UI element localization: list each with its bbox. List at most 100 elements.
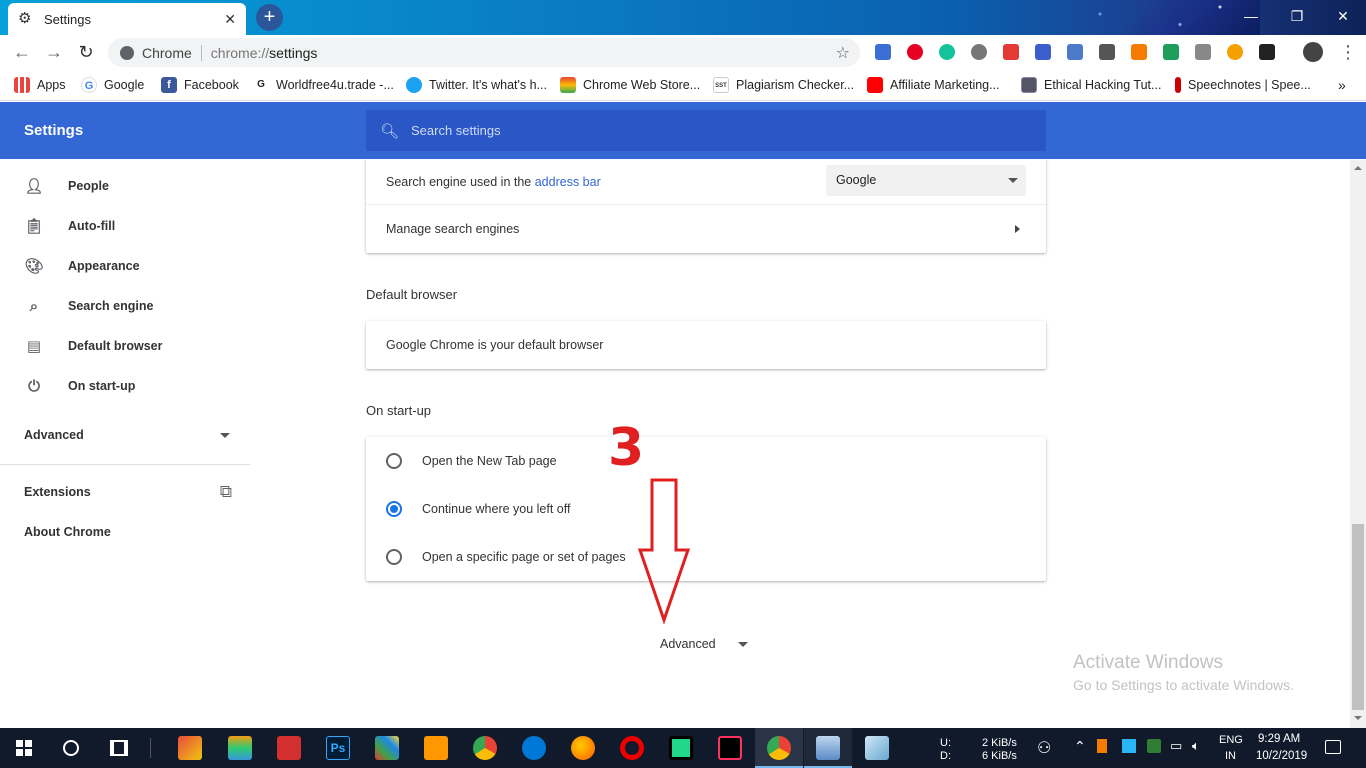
tab-close-icon[interactable]: ✕ — [224, 11, 236, 28]
minimize-button[interactable]: — — [1228, 4, 1274, 28]
region-indicator[interactable]: IN — [1225, 750, 1236, 762]
back-arrow-icon[interactable]: ← — [10, 40, 34, 64]
startup-option-continue[interactable]: Continue where you left off — [366, 485, 1046, 533]
radio-button-checked[interactable] — [386, 501, 402, 517]
bookmark-twitter[interactable]: Twitter. It's what's h... — [406, 76, 547, 94]
shield-extension-icon[interactable] — [1163, 44, 1179, 60]
git-tool-icon[interactable] — [375, 736, 399, 760]
bookmark-label: Facebook — [184, 78, 239, 92]
manage-search-engines-row[interactable]: Manage search engines — [366, 205, 1046, 253]
restore-button[interactable]: ❐ — [1274, 4, 1320, 28]
volume-icon[interactable]: 🔈︎ — [1192, 738, 1200, 754]
search-icon: ⌕ — [29, 297, 39, 315]
page-scrollbar[interactable] — [1350, 160, 1366, 728]
tray-app-icon[interactable] — [1097, 739, 1107, 753]
radio-button[interactable] — [386, 549, 402, 565]
sidebar-item-about-chrome[interactable]: About Chrome — [24, 525, 111, 539]
windows-start-icon[interactable] — [16, 740, 32, 756]
watermark-line1: Activate Windows — [1073, 652, 1223, 673]
photoshop-icon[interactable]: Ps — [326, 736, 350, 760]
ccleaner-icon[interactable] — [178, 736, 202, 760]
network-icon[interactable]: ▭ — [1170, 738, 1182, 754]
apps-grid-icon — [14, 77, 30, 93]
sidebar-item-appearance[interactable]: 🎨︎ Appearance — [0, 246, 250, 286]
new-tab-button[interactable]: + — [256, 4, 283, 31]
bookmark-facebook[interactable]: f Facebook — [161, 76, 239, 94]
gear-icon: ⚙ — [18, 10, 32, 27]
forward-arrow-icon[interactable]: → — [42, 40, 66, 64]
bluestacks-icon[interactable] — [228, 736, 252, 760]
extension-icon[interactable] — [1227, 44, 1243, 60]
firefox-icon[interactable] — [571, 736, 595, 760]
extension-icon[interactable] — [1067, 44, 1083, 60]
startup-option-specific-pages[interactable]: Open a specific page or set of pages — [366, 533, 1046, 581]
clock-time[interactable]: 9:29 AM — [1258, 733, 1300, 745]
intellij-icon[interactable] — [718, 736, 742, 760]
bookmarks-overflow-icon[interactable]: » — [1338, 76, 1346, 94]
scrollbar-thumb[interactable] — [1352, 524, 1364, 710]
edge-icon[interactable] — [522, 736, 546, 760]
pycharm-icon[interactable] — [669, 736, 693, 760]
notes-app-icon[interactable] — [865, 736, 889, 760]
extension-icon[interactable] — [1131, 44, 1147, 60]
startup-option-new-tab[interactable]: Open the New Tab page — [366, 437, 1046, 485]
extension-icon[interactable] — [1259, 44, 1275, 60]
extension-icon[interactable] — [1195, 44, 1211, 60]
defender-icon[interactable] — [1147, 739, 1161, 753]
sidebar-item-people[interactable]: 👤︎ People — [0, 166, 250, 206]
sidebar-advanced-toggle[interactable]: Advanced — [24, 428, 230, 442]
sidebar-item-extensions[interactable]: Extensions ⧉ — [24, 482, 232, 501]
sidebar-item-on-startup[interactable]: ⏻ On start-up — [0, 366, 250, 406]
chrome-taskbar-icon[interactable] — [473, 736, 497, 760]
adblock-extension-icon[interactable] — [1003, 44, 1019, 60]
screen-tool-task[interactable] — [804, 728, 852, 768]
task-view-icon[interactable] — [110, 740, 128, 756]
tray-app-icon[interactable] — [1122, 739, 1136, 753]
reload-icon[interactable]: ↻ — [74, 40, 98, 64]
search-settings-box[interactable]: 🔍︎ — [366, 110, 1046, 151]
clock-date[interactable]: 10/2/2019 — [1256, 750, 1307, 762]
settings-sidebar: 👤︎ People 📋︎ Auto-fill 🎨︎ Appearance ⌕ S… — [0, 160, 250, 728]
download-manager-icon[interactable] — [277, 736, 301, 760]
sidebar-item-autofill[interactable]: 📋︎ Auto-fill — [0, 206, 250, 246]
opera-icon[interactable] — [620, 736, 644, 760]
bookmark-apps[interactable]: Apps — [14, 76, 66, 94]
bookmark-speechnotes[interactable]: Speechnotes | Spee... — [1175, 76, 1311, 94]
radio-button[interactable] — [386, 453, 402, 469]
menu-kebab-icon[interactable]: ⋮ — [1336, 40, 1360, 64]
address-bar[interactable]: Chrome chrome://settings ☆ — [108, 38, 860, 67]
bookmark-star-icon[interactable]: ☆ — [836, 43, 850, 63]
address-bar-link[interactable]: address bar — [535, 175, 601, 189]
pinterest-extension-icon[interactable] — [907, 44, 923, 60]
translate-extension-icon[interactable] — [875, 44, 891, 60]
tab-settings[interactable]: ⚙ Settings ✕ — [8, 3, 246, 35]
sidebar-item-search-engine[interactable]: ⌕ Search engine — [0, 286, 250, 326]
extension-icon[interactable] — [1099, 44, 1115, 60]
bookmark-affiliate-marketing[interactable]: Affiliate Marketing... — [867, 76, 1000, 94]
bookmark-chrome-web-store[interactable]: Chrome Web Store... — [560, 76, 700, 94]
scroll-down-icon[interactable] — [1354, 716, 1362, 720]
bookmark-google[interactable]: G Google — [81, 76, 144, 94]
extension-icon[interactable] — [1035, 44, 1051, 60]
scroll-up-icon[interactable] — [1354, 166, 1362, 170]
bookmark-worldfree4u[interactable]: G Worldfree4u.trade -... — [253, 76, 394, 94]
people-icon[interactable]: ⚇ — [1037, 738, 1051, 758]
chrome-active-task[interactable] — [755, 728, 803, 768]
k-extension-icon[interactable] — [971, 44, 987, 60]
chevron-up-icon[interactable]: ⌃ — [1074, 738, 1086, 755]
search-engine-select[interactable]: Google — [826, 165, 1026, 196]
language-indicator[interactable]: ENG — [1219, 734, 1243, 746]
g-icon: G — [253, 77, 269, 93]
chevron-down-icon — [220, 433, 230, 438]
close-window-button[interactable]: ✕ — [1320, 4, 1366, 28]
cortana-search-icon[interactable] — [63, 740, 79, 756]
sublime-text-icon[interactable] — [424, 736, 448, 760]
grammarly-extension-icon[interactable] — [939, 44, 955, 60]
advanced-toggle-button[interactable]: Advanced — [660, 637, 760, 651]
search-input[interactable] — [411, 123, 1011, 138]
notification-center-icon[interactable] — [1325, 740, 1341, 754]
sidebar-item-default-browser[interactable]: ▤ Default browser — [0, 326, 250, 366]
bookmark-plagiarism-checker[interactable]: SST Plagiarism Checker... — [713, 76, 854, 94]
profile-avatar[interactable] — [1303, 42, 1323, 62]
bookmark-ethical-hacking[interactable]: Ethical Hacking Tut... — [1021, 76, 1161, 94]
